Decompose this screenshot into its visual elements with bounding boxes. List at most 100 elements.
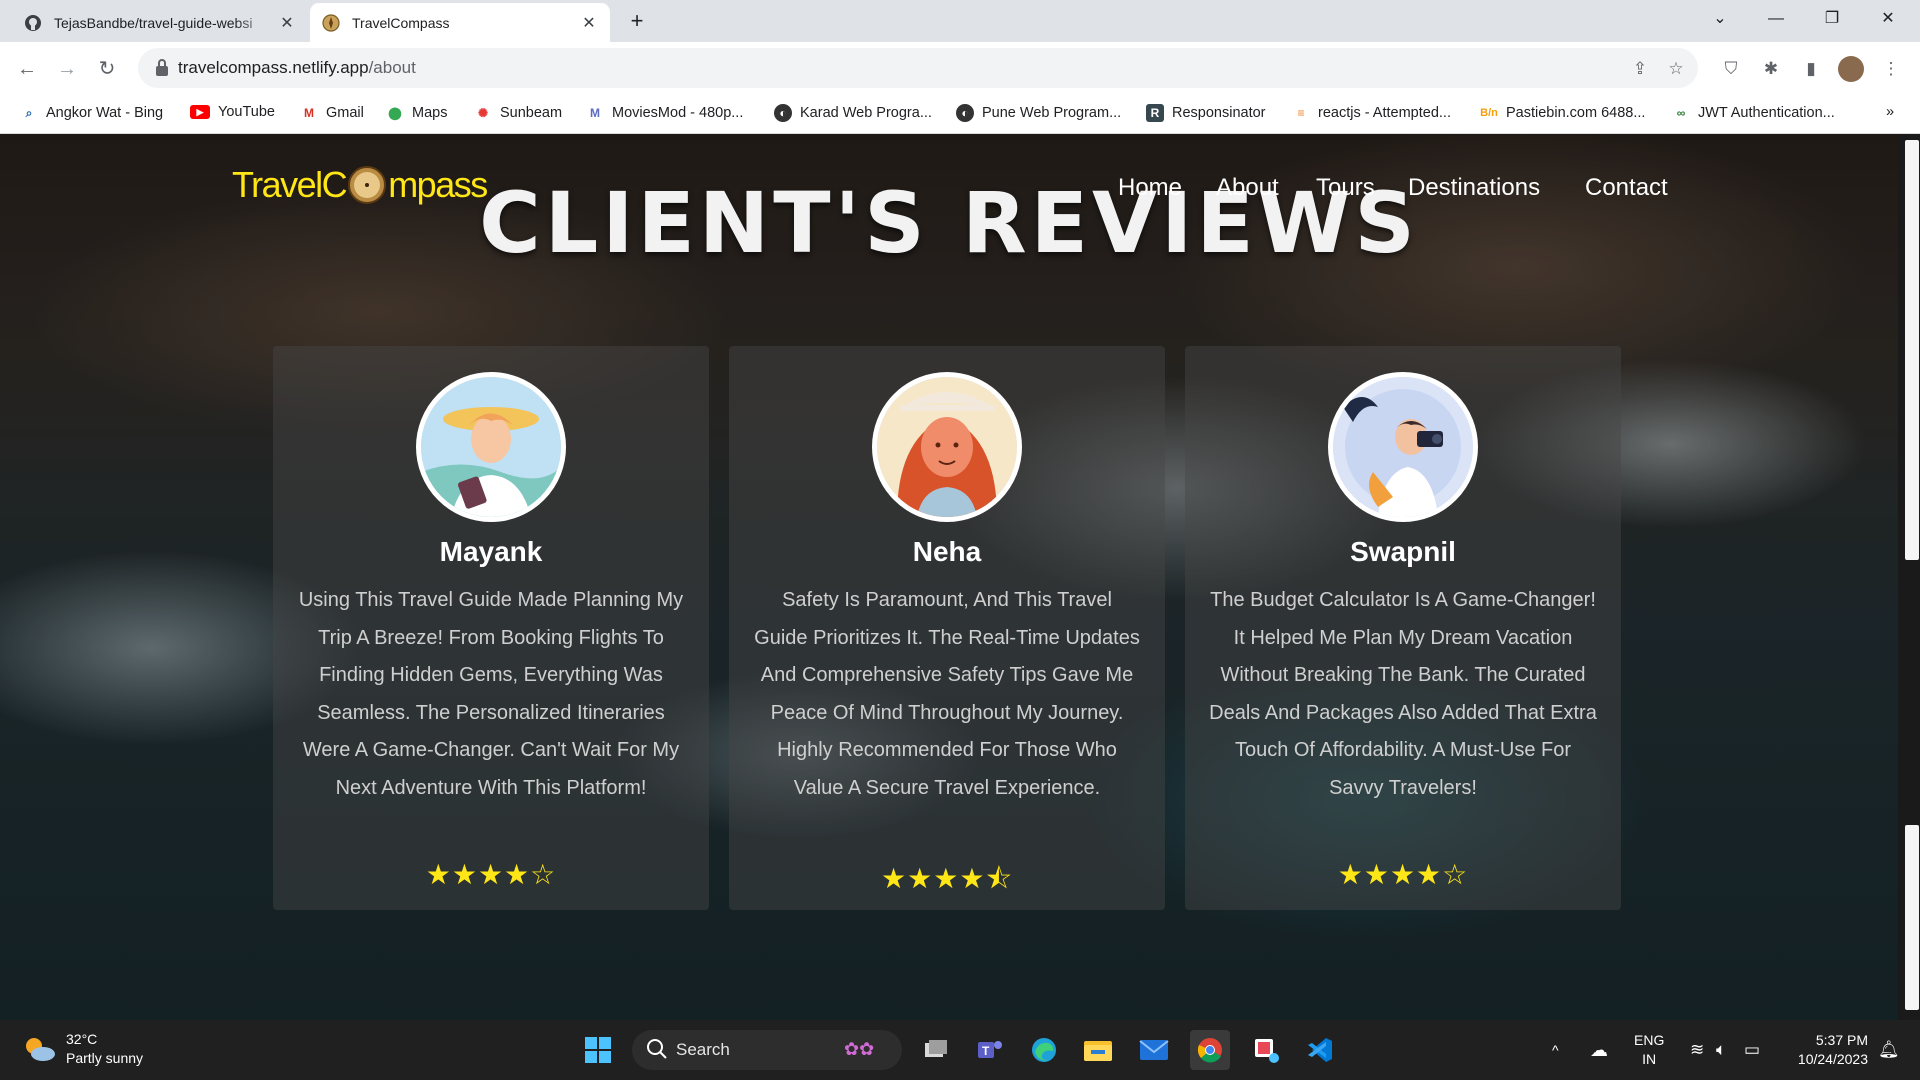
onedrive-icon[interactable]: ☁ bbox=[1590, 1020, 1608, 1080]
tab-title: TejasBandbe/travel-guide-websi bbox=[54, 14, 253, 31]
tab-search-dropdown-icon[interactable]: ⌄ bbox=[1692, 0, 1748, 38]
reload-button[interactable]: ↻ bbox=[92, 54, 122, 84]
review-card: Neha Safety Is Paramount, And This Trave… bbox=[729, 346, 1165, 910]
share-icon[interactable]: ⇪ bbox=[1628, 57, 1652, 81]
bookmark-sunbeam[interactable]: ✺ Sunbeam bbox=[474, 104, 562, 122]
bookmark-label: JWT Authentication... bbox=[1698, 105, 1835, 121]
bookmark-gmail[interactable]: M Gmail bbox=[300, 104, 364, 122]
taskbar-search[interactable]: Search ✿✿ bbox=[632, 1030, 902, 1070]
bookmark-karad[interactable]: ◐ Karad Web Progra... bbox=[774, 104, 932, 122]
vscode-icon[interactable] bbox=[1300, 1030, 1340, 1070]
gmail-icon: M bbox=[304, 106, 314, 120]
bookmark-label: Sunbeam bbox=[500, 105, 563, 121]
bookmark-maps[interactable]: ⬤ Maps bbox=[386, 104, 447, 122]
reviewer-name: Neha bbox=[912, 536, 982, 567]
review-card: Mayank Using This Travel Guide Made Plan… bbox=[273, 346, 709, 910]
wifi-icon[interactable]: ≋ bbox=[1690, 1020, 1704, 1080]
new-tab-button[interactable]: + bbox=[622, 6, 652, 36]
reviewer-name: Swapnil bbox=[1350, 536, 1456, 567]
bookmark-label: YouTube bbox=[218, 104, 275, 120]
edge-icon[interactable] bbox=[1024, 1030, 1064, 1070]
back-button[interactable]: ← bbox=[12, 54, 42, 84]
weather-condition: Partly sunny bbox=[66, 1050, 144, 1066]
windows-taskbar: 32°C Partly sunny Search ✿✿ T ^ ☁ ENG IN… bbox=[0, 1020, 1920, 1080]
url-text: travelcompass.netlify.app/about bbox=[178, 58, 416, 78]
side-panel-icon[interactable]: ▮ bbox=[1798, 56, 1824, 82]
scrollbar-thumb[interactable] bbox=[1905, 140, 1919, 560]
star-rating: ★★★★☆ bbox=[1337, 859, 1469, 890]
bookmark-star-icon[interactable]: ☆ bbox=[1664, 57, 1688, 81]
close-window-button[interactable]: ✕ bbox=[1860, 0, 1916, 38]
search-label: Search bbox=[676, 1040, 730, 1059]
nav-tours[interactable]: Tours bbox=[1316, 174, 1375, 202]
scrollbar-thumb[interactable] bbox=[1905, 825, 1919, 1010]
restore-button[interactable]: ❐ bbox=[1804, 0, 1860, 38]
page-viewport: TravelC mpass Home About Tours Destinati… bbox=[0, 134, 1898, 1020]
volume-icon[interactable]: 🔈︎ bbox=[1716, 1020, 1726, 1080]
bookmark-moviesmod[interactable]: M MoviesMod - 480p... bbox=[586, 104, 743, 122]
region-code: IN bbox=[1642, 1051, 1657, 1067]
clock[interactable]: 5:37 PM 10/24/2023 bbox=[1788, 1031, 1868, 1069]
weather-temp: 32°C bbox=[66, 1031, 98, 1047]
windows-logo-icon bbox=[585, 1037, 611, 1063]
site-logo[interactable]: TravelC mpass bbox=[232, 164, 488, 206]
notification-bell-icon[interactable]: 🔔︎ bbox=[1878, 1020, 1900, 1080]
globe-icon: ◐ bbox=[774, 104, 792, 122]
bookmark-angkor-wat[interactable]: ⌕ Angkor Wat - Bing bbox=[20, 104, 164, 122]
compass-logo-icon bbox=[348, 166, 387, 204]
language-indicator[interactable]: ENG IN bbox=[1634, 1020, 1664, 1080]
bookmark-label: MoviesMod - 480p... bbox=[612, 105, 744, 121]
review-text: Safety Is Paramount, And This Travel Gui… bbox=[754, 589, 1140, 799]
nav-about[interactable]: About bbox=[1216, 174, 1279, 202]
reviewer-name: Mayank bbox=[439, 536, 543, 567]
weather-widget[interactable]: 32°C Partly sunny bbox=[22, 1030, 143, 1068]
tab-travelcompass[interactable]: TravelCompass ✕ bbox=[310, 3, 610, 42]
bookmark-responsinator[interactable]: R Responsinator bbox=[1146, 104, 1266, 122]
browser-toolbar: ← → ↻ travelcompass.netlify.app/about ⇪ … bbox=[0, 42, 1920, 96]
bookmarks-overflow-icon[interactable]: » bbox=[1886, 104, 1894, 120]
tab-github[interactable]: TejasBandbe/travel-guide-websi ✕ bbox=[12, 3, 308, 42]
bookmark-label: Pastiebin.com 6488... bbox=[1506, 105, 1646, 121]
lock-icon bbox=[156, 59, 168, 76]
avatar bbox=[416, 372, 566, 522]
review-card: Swapnil The Budget Calculator Is A Game-… bbox=[1185, 346, 1621, 910]
bookmark-pune[interactable]: ◐ Pune Web Program... bbox=[956, 104, 1121, 122]
battery-icon[interactable]: ▭ bbox=[1744, 1020, 1760, 1080]
nav-home[interactable]: Home bbox=[1118, 174, 1182, 202]
windows-start-icon[interactable] bbox=[578, 1030, 618, 1070]
globe-icon: ◐ bbox=[956, 104, 974, 122]
tray-overflow-icon[interactable]: ^ bbox=[1552, 1020, 1559, 1080]
shield-extension-icon[interactable]: ⛉ bbox=[1718, 56, 1744, 82]
chrome-icon[interactable] bbox=[1190, 1030, 1230, 1070]
nav-contact[interactable]: Contact bbox=[1585, 174, 1668, 202]
snipping-tool-icon[interactable] bbox=[1246, 1030, 1286, 1070]
mail-icon[interactable] bbox=[1134, 1030, 1174, 1070]
close-tab-icon[interactable]: ✕ bbox=[580, 13, 598, 33]
bookmark-pastiebin[interactable]: B/n Pastiebin.com 6488... bbox=[1480, 104, 1645, 122]
file-explorer-icon[interactable] bbox=[1078, 1030, 1118, 1070]
youtube-icon: ▶ bbox=[190, 105, 210, 119]
browser-menu-icon[interactable]: ⋮ bbox=[1878, 56, 1904, 82]
bookmark-reactjs[interactable]: ≡ reactjs - Attempted... bbox=[1292, 104, 1451, 122]
extensions-puzzle-icon[interactable]: ✱ bbox=[1758, 56, 1784, 82]
bookmark-label: reactjs - Attempted... bbox=[1318, 105, 1451, 121]
bookmark-jwt[interactable]: ∞ JWT Authentication... bbox=[1672, 104, 1835, 122]
forward-button[interactable]: → bbox=[52, 54, 82, 84]
review-text: Using This Travel Guide Made Planning My… bbox=[298, 589, 684, 799]
minimize-button[interactable]: — bbox=[1748, 0, 1804, 38]
bookmark-youtube[interactable]: ▶ YouTube bbox=[190, 104, 275, 120]
teams-icon[interactable]: T bbox=[970, 1030, 1010, 1070]
close-tab-icon[interactable]: ✕ bbox=[278, 13, 296, 33]
bookmark-label: Karad Web Progra... bbox=[800, 105, 932, 121]
maps-icon: ⬤ bbox=[388, 106, 402, 120]
avatar bbox=[1328, 372, 1478, 522]
address-bar[interactable]: travelcompass.netlify.app/about ⇪ ☆ bbox=[138, 48, 1698, 88]
partly-sunny-icon bbox=[26, 1038, 55, 1061]
task-view-icon[interactable] bbox=[916, 1030, 956, 1070]
nav-destinations[interactable]: Destinations bbox=[1408, 174, 1540, 202]
profile-avatar-icon[interactable] bbox=[1838, 56, 1864, 82]
photographer-avatar-illustration bbox=[1333, 377, 1473, 517]
sunbeam-icon: ✺ bbox=[477, 106, 489, 120]
svg-text:T: T bbox=[982, 1044, 990, 1058]
traveler-avatar-illustration bbox=[421, 377, 561, 517]
